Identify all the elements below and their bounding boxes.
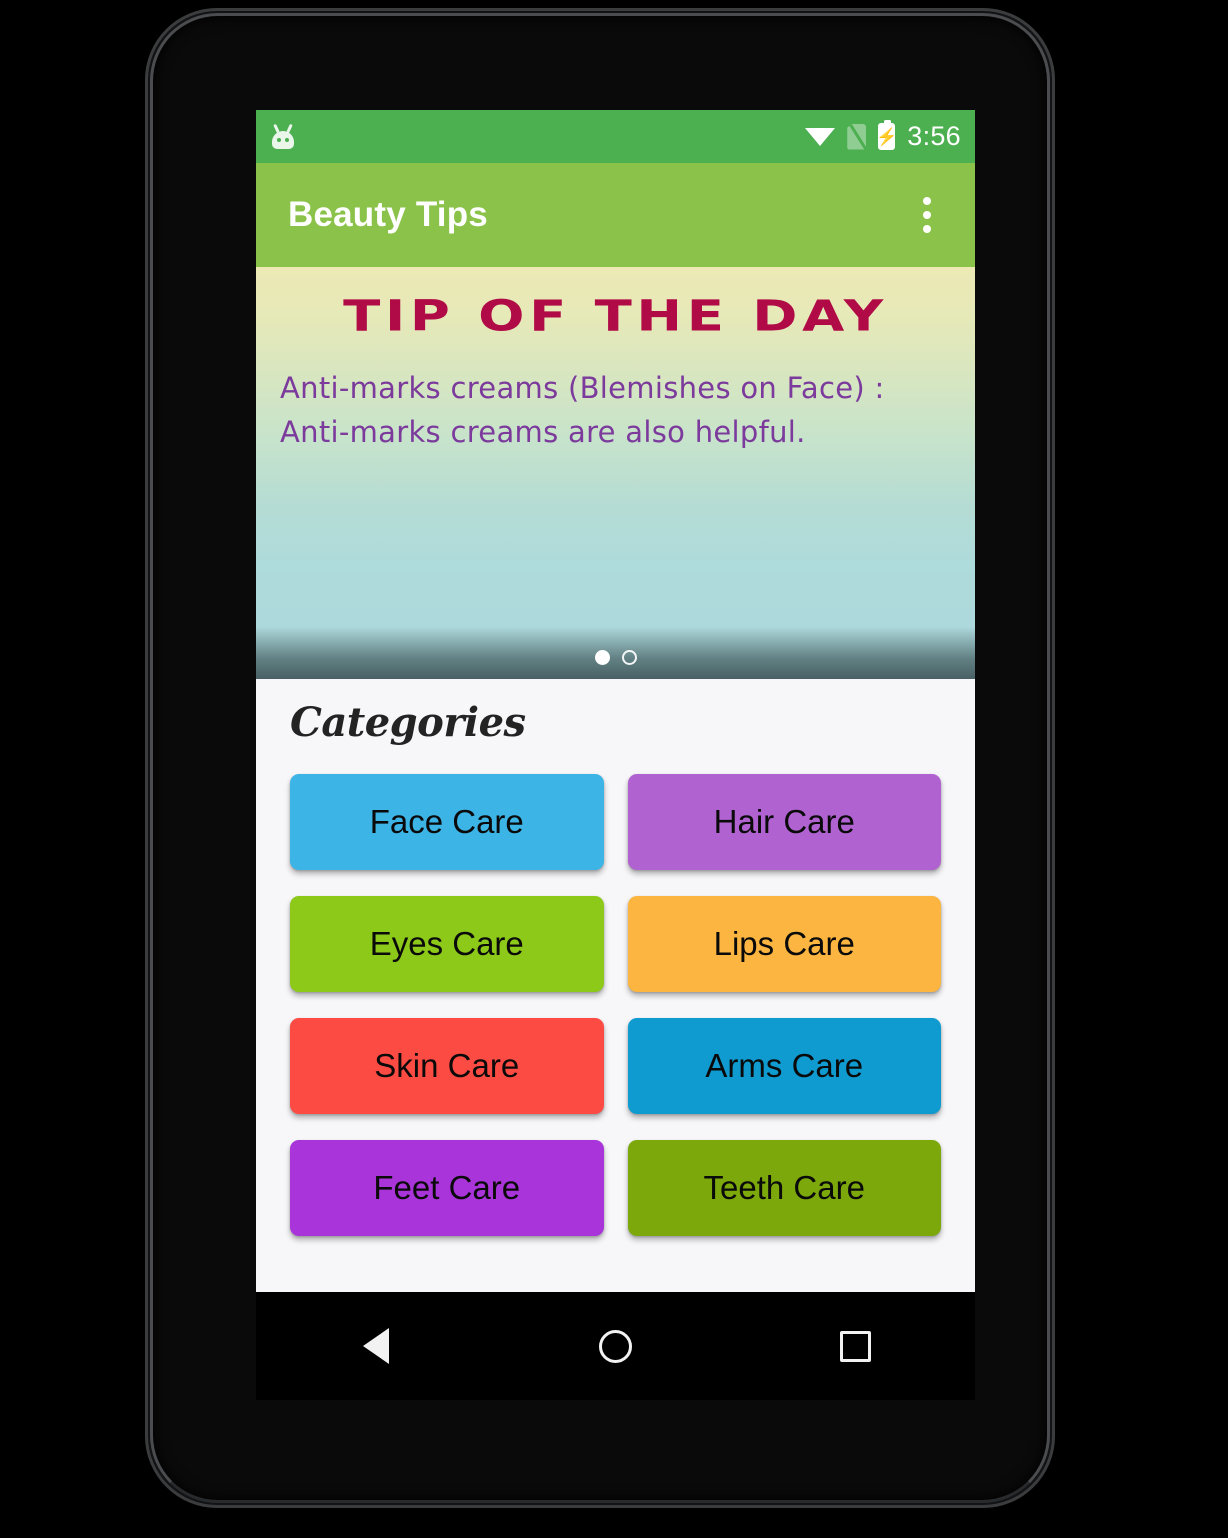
nav-back-button[interactable]	[321, 1311, 431, 1381]
app-bar: Beauty Tips	[256, 163, 975, 267]
battery-charging-icon: ⚡	[876, 119, 898, 150]
categories-section: Categories Face Care Hair Care Eyes Care…	[256, 679, 975, 1292]
category-button-skin-care[interactable]: Skin Care	[290, 1018, 604, 1114]
category-button-teeth-care[interactable]: Teeth Care	[627, 1140, 941, 1236]
phone-screen: ⚡ 3:56 Beauty Tips TIP OF THE DAY Anti-m…	[256, 110, 975, 1292]
home-circle-icon	[598, 1329, 632, 1363]
back-triangle-icon	[362, 1328, 389, 1364]
android-nav-bar	[256, 1292, 975, 1400]
app-title: Beauty Tips	[288, 195, 488, 234]
pager-dot-active[interactable]	[594, 650, 610, 665]
category-button-hair-care[interactable]: Hair Care	[627, 774, 941, 870]
recents-square-icon	[839, 1330, 871, 1362]
tip-of-the-day-title: TIP OF THE DAY	[343, 291, 888, 342]
category-button-feet-care[interactable]: Feet Care	[290, 1140, 604, 1236]
tip-of-the-day-text: Anti-marks creams (Blemishes on Face) : …	[280, 371, 885, 450]
status-bar-left	[270, 123, 296, 150]
android-head-icon	[270, 123, 296, 150]
wifi-icon	[805, 125, 836, 149]
status-bar: ⚡ 3:56	[256, 110, 975, 163]
battery-bolt-glyph: ⚡	[876, 127, 898, 146]
categories-heading: Categories	[290, 699, 526, 746]
category-button-face-care[interactable]: Face Care	[290, 774, 604, 870]
banner-pager-dots	[256, 650, 975, 665]
category-button-lips-care[interactable]: Lips Care	[627, 896, 941, 992]
overflow-menu-icon[interactable]	[903, 185, 951, 245]
category-button-arms-care[interactable]: Arms Care	[627, 1018, 941, 1114]
status-bar-clock: 3:56	[907, 121, 961, 151]
status-bar-right: ⚡ 3:56	[805, 119, 961, 152]
pager-dot-inactive[interactable]	[621, 650, 637, 665]
nav-recents-button[interactable]	[800, 1311, 910, 1381]
category-button-eyes-care[interactable]: Eyes Care	[290, 896, 604, 992]
no-sim-icon	[847, 123, 867, 150]
tip-of-the-day-banner[interactable]: TIP OF THE DAY Anti-marks creams (Blemis…	[256, 267, 975, 679]
screenshot-stage: ⚡ 3:56 Beauty Tips TIP OF THE DAY Anti-m…	[0, 0, 1228, 1538]
nav-home-button[interactable]	[560, 1311, 670, 1381]
categories-grid: Face Care Hair Care Eyes Care Lips Care …	[290, 774, 941, 1236]
